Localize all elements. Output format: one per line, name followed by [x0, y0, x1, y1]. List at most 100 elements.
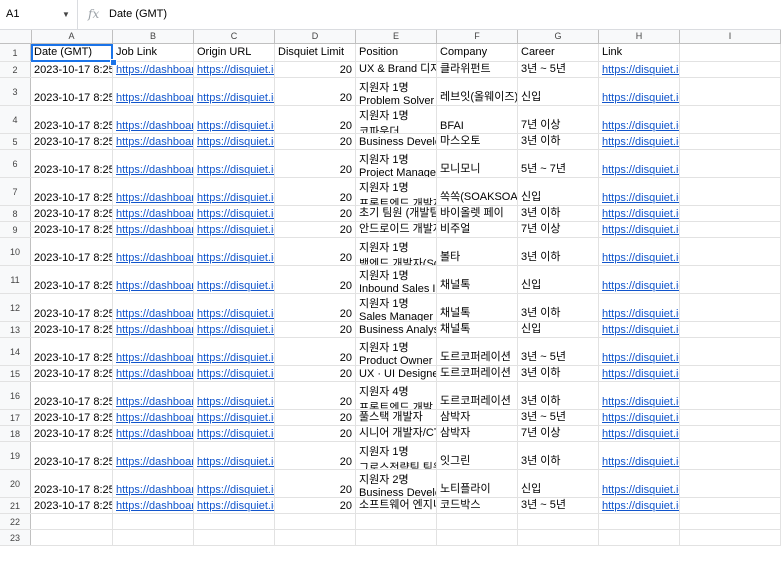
header-cell[interactable]: Date (GMT) — [31, 44, 113, 61]
cell-company[interactable]: 코드박스 — [437, 498, 518, 513]
cell-origin[interactable]: https://disquiet.io — [194, 470, 275, 497]
cell-link-text[interactable]: https://disquiet.io/team/%EC%8F%99% — [602, 192, 679, 204]
cell-pos[interactable]: 지원자 1명 Product Owner — [356, 338, 437, 365]
cell-job[interactable] — [113, 514, 194, 529]
row-header[interactable]: 10 — [0, 238, 31, 265]
cell-link-text[interactable]: https://disquiet.io/team/bfai/jobs/%EC% — [602, 120, 679, 132]
cell-job[interactable]: https://dashboard — [113, 238, 194, 265]
cell-link[interactable]: https://disquiet.io/team/%EB%8F%84% — [599, 366, 680, 381]
cell-empty[interactable] — [680, 294, 781, 321]
cell-empty[interactable] — [680, 498, 781, 513]
cell-link-text[interactable]: https://dashboard — [116, 368, 193, 380]
cell-link[interactable]: https://disquiet.io/team/%EB%8F%84% — [599, 338, 680, 365]
cell-link-text[interactable]: https://disquiet.io — [197, 428, 274, 440]
row-header[interactable]: 11 — [0, 266, 31, 293]
column-header-d[interactable]: D — [275, 30, 356, 43]
row-header[interactable]: 5 — [0, 134, 31, 149]
cell-pos[interactable]: 지원자 1명 Inbound Sales In — [356, 266, 437, 293]
cell-limit[interactable]: 20 — [275, 426, 356, 441]
cell-company[interactable]: 삼박자 — [437, 410, 518, 425]
cell-empty[interactable] — [680, 134, 781, 149]
cell-job[interactable]: https://dashboard — [113, 266, 194, 293]
cell-career[interactable]: 신입 — [518, 178, 599, 205]
header-cell[interactable] — [680, 44, 781, 61]
cell-origin[interactable]: https://disquiet.io — [194, 294, 275, 321]
cell-date[interactable]: 2023-10-17 8:25 — [31, 134, 113, 149]
cell-pos[interactable]: 지원자 2명 Business Develo — [356, 470, 437, 497]
cell-job[interactable]: https://dashboard — [113, 294, 194, 321]
cell-date[interactable]: 2023-10-17 8:25 — [31, 62, 113, 77]
cell-link-text[interactable]: https://disquiet.io — [197, 136, 274, 148]
cell-limit[interactable]: 20 — [275, 266, 356, 293]
cell-pos[interactable]: 안드로이드 개발자 — [356, 222, 437, 237]
header-cell[interactable]: Disquiet Limit — [275, 44, 356, 61]
cell-job[interactable]: https://dashboard — [113, 442, 194, 469]
cell-pos[interactable]: 초기 팀원 (개발팀 — [356, 206, 437, 221]
cell-career[interactable]: 3년 ~ 5년 — [518, 410, 599, 425]
column-header-c[interactable]: C — [194, 30, 275, 43]
cell-empty[interactable] — [680, 238, 781, 265]
cell-date[interactable]: 2023-10-17 8:25 — [31, 150, 113, 177]
cell-pos[interactable]: 지원자 1명 Problem Solver — [356, 78, 437, 105]
cell-origin[interactable]: https://disquiet.io — [194, 106, 275, 133]
cell-limit[interactable]: 20 — [275, 62, 356, 77]
cell-company[interactable]: 채널톡 — [437, 266, 518, 293]
cell-company[interactable]: 클라위펀트 — [437, 62, 518, 77]
cell-link[interactable]: https://disquiet.io/team/%EB%85%B8% — [599, 470, 680, 497]
cell-career[interactable] — [518, 514, 599, 529]
column-header-g[interactable]: G — [518, 30, 599, 43]
cell-origin[interactable]: https://disquiet.io — [194, 266, 275, 293]
cell-link-text[interactable]: https://disquiet.io/team/%EC%BD%94% — [602, 500, 679, 512]
row-header[interactable]: 6 — [0, 150, 31, 177]
cell-link-text[interactable]: https://disquiet.io — [197, 120, 274, 132]
cell-company[interactable]: 바이올렛 페이 — [437, 206, 518, 221]
cell-career[interactable]: 신입 — [518, 266, 599, 293]
cell-link-text[interactable]: https://disquiet.io — [197, 396, 274, 408]
cell-empty[interactable] — [680, 410, 781, 425]
cell-link-text[interactable]: https://dashboard — [116, 308, 193, 320]
cell-link-text[interactable]: https://dashboard — [116, 224, 193, 236]
cell-job[interactable]: https://dashboard — [113, 410, 194, 425]
cell-career[interactable]: 3년 ~ 5년 — [518, 62, 599, 77]
header-cell[interactable]: Company — [437, 44, 518, 61]
row-header[interactable]: 2 — [0, 62, 31, 77]
cell-company[interactable] — [437, 530, 518, 545]
header-cell[interactable]: Link — [599, 44, 680, 61]
cell-link-text[interactable]: https://disquiet.io — [197, 164, 274, 176]
cell-link[interactable] — [599, 514, 680, 529]
cell-empty[interactable] — [680, 322, 781, 337]
cell-empty[interactable] — [680, 178, 781, 205]
cell-link-text[interactable]: https://disquiet.io/team/%EB%85%B8% — [602, 484, 679, 496]
cell-date[interactable]: 2023-10-17 8:25 — [31, 266, 113, 293]
cell-limit[interactable]: 20 — [275, 366, 356, 381]
cell-link-text[interactable]: https://dashboard — [116, 208, 193, 220]
cell-empty[interactable] — [680, 106, 781, 133]
cell-career[interactable]: 3년 이하 — [518, 134, 599, 149]
cell-link-text[interactable]: https://disquiet.io — [197, 456, 274, 468]
cell-job[interactable]: https://dashboard — [113, 134, 194, 149]
cell-link-text[interactable]: https://dashboard — [116, 120, 193, 132]
cell-company[interactable]: 잇그린 — [437, 442, 518, 469]
cell-date[interactable]: 2023-10-17 8:25 — [31, 178, 113, 205]
cell-date[interactable]: 2023-10-17 8:25 — [31, 410, 113, 425]
cell-pos[interactable]: Business Analys — [356, 322, 437, 337]
cell-pos[interactable]: 지원자 4명 프론트엔드 개발 — [356, 382, 437, 409]
cell-company[interactable]: 쏙쏙(SOAKSOAK — [437, 178, 518, 205]
cell-origin[interactable]: https://disquiet.io — [194, 62, 275, 77]
cell-date[interactable]: 2023-10-17 8:25 — [31, 442, 113, 469]
cell-link-text[interactable]: https://disquiet.io — [197, 412, 274, 424]
cell-origin[interactable]: https://disquiet.io — [194, 426, 275, 441]
cell-career[interactable]: 3년 이하 — [518, 206, 599, 221]
cell-link-text[interactable]: https://disquiet.io — [197, 324, 274, 336]
cell-limit[interactable] — [275, 514, 356, 529]
cell-company[interactable]: 비주얼 — [437, 222, 518, 237]
cell-pos[interactable]: UX & Brand 디자 — [356, 62, 437, 77]
cell-date[interactable] — [31, 530, 113, 545]
cell-origin[interactable]: https://disquiet.io — [194, 238, 275, 265]
cell-link-text[interactable]: https://disquiet.io/team/%EB%8F%84% — [602, 352, 679, 364]
row-header[interactable]: 18 — [0, 426, 31, 441]
cell-pos[interactable]: 풀스택 개발자 — [356, 410, 437, 425]
cell-link-text[interactable]: https://dashboard — [116, 500, 193, 512]
cell-link-text[interactable]: https://disquiet.io — [197, 308, 274, 320]
column-header-a[interactable]: A — [31, 30, 113, 43]
